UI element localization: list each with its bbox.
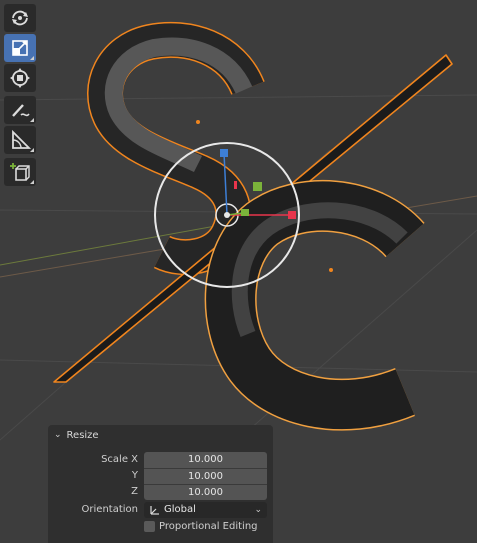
measure-tool-button[interactable] (4, 126, 36, 154)
scale-x-label: Scale X (101, 454, 138, 465)
transform-icon (10, 68, 30, 88)
scale-x-field[interactable]: 10.000 (144, 452, 267, 468)
scale-icon (12, 40, 28, 56)
global-orientation-icon (150, 506, 159, 515)
rotate-tool-button[interactable] (4, 4, 36, 32)
orientation-value: Global (164, 504, 196, 515)
panel-title: Resize (66, 429, 99, 441)
orientation-dropdown[interactable]: Global ⌄ (144, 502, 267, 518)
annotate-icon (12, 104, 30, 117)
scale-z-row: Z 10.000 (48, 484, 273, 500)
scale-y-field[interactable]: 10.000 (144, 468, 267, 484)
scale-z-label: Z (131, 486, 138, 497)
measure-icon (12, 129, 31, 149)
chevron-down-icon: ⌄ (254, 505, 262, 515)
letter-c-object[interactable] (204, 179, 425, 431)
add-cube-icon (10, 163, 30, 181)
orientation-label: Orientation (81, 504, 138, 515)
scale-z-field[interactable]: 10.000 (144, 484, 267, 500)
resize-operator-panel: ⌄ Resize Scale X 10.000 Y 10.000 Z 10.00… (48, 425, 273, 543)
orientation-row: Orientation Global ⌄ (48, 502, 273, 518)
proportional-editing-label: Proportional Editing (159, 521, 258, 532)
chevron-down-icon: ⌄ (54, 430, 62, 440)
scale-x-row: Scale X 10.000 (48, 452, 273, 468)
scale-y-label: Y (131, 470, 138, 481)
add-cube-tool-button[interactable] (4, 158, 36, 186)
proportional-editing-row: Proportional Editing (48, 519, 273, 535)
scale-y-row: Y 10.000 (48, 468, 273, 484)
scale-tool-button[interactable] (4, 34, 36, 62)
transform-tool-button[interactable] (4, 64, 36, 92)
panel-header[interactable]: ⌄ Resize (48, 425, 273, 445)
rotate-icon (12, 10, 28, 26)
proportional-editing-checkbox[interactable] (144, 521, 155, 532)
annotate-tool-button[interactable] (4, 96, 36, 124)
